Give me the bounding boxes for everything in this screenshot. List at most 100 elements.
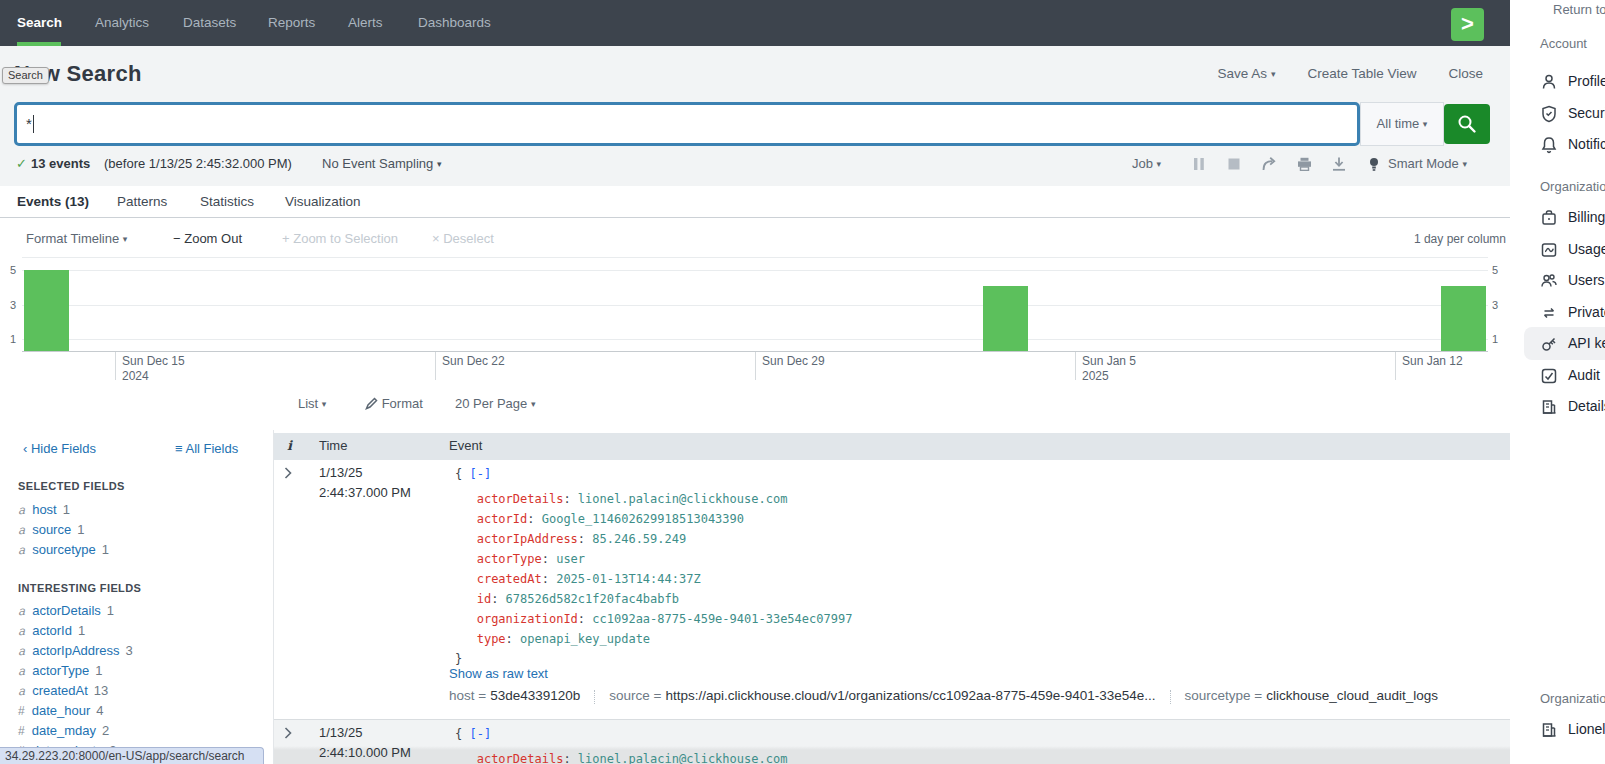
time-range-picker[interactable]: All time ▾ bbox=[1360, 102, 1444, 146]
deselect-button[interactable]: × Deselect bbox=[432, 231, 494, 246]
shield-icon bbox=[1540, 105, 1558, 123]
field-item-actorDetails[interactable]: aactorDetails1 bbox=[18, 603, 114, 618]
all-fields-link[interactable]: ≡ All Fields bbox=[175, 441, 238, 456]
wallet-icon bbox=[1540, 209, 1558, 227]
field-count: 3 bbox=[126, 643, 133, 658]
expand-chevron-icon[interactable] bbox=[284, 465, 292, 483]
format-timeline-menu[interactable]: Format Timeline ▾ bbox=[26, 231, 127, 246]
event-sampling-menu[interactable]: No Event Sampling ▾ bbox=[322, 156, 441, 171]
nav-item-datasets[interactable]: Datasets bbox=[183, 0, 236, 46]
print-icon[interactable] bbox=[1297, 157, 1312, 171]
panel-item-usage[interactable]: Usage bbox=[1540, 234, 1605, 266]
format-menu[interactable]: Format bbox=[365, 396, 423, 411]
tab-visualization[interactable]: Visualization bbox=[285, 194, 361, 209]
panel-item-security[interactable]: Security bbox=[1540, 98, 1605, 130]
pause-icon[interactable] bbox=[1193, 157, 1205, 171]
event-field-value[interactable]: https://api.clickhouse.cloud/v1/organiza… bbox=[665, 688, 1155, 704]
tab-patterns[interactable]: Patterns bbox=[117, 194, 167, 209]
x-axis-label: Sun Dec 29 bbox=[762, 354, 825, 369]
list-view-menu[interactable]: List ▾ bbox=[298, 396, 326, 411]
nav-item-reports[interactable]: Reports bbox=[268, 0, 315, 46]
x-axis-tick bbox=[1075, 352, 1076, 383]
account-settings-panel: Return to Account ProfileSecurityNotifica… bbox=[1510, 0, 1605, 764]
x-axis-label: Sun Jan 12 bbox=[1402, 354, 1463, 369]
save-as-button[interactable]: Save As ▾ bbox=[1218, 66, 1276, 81]
event-timeline-chart[interactable]: 553311Sun Dec 152024Sun Dec 22Sun Dec 29… bbox=[0, 258, 1510, 380]
field-item-sourcetype[interactable]: asourcetype1 bbox=[18, 542, 109, 557]
hide-fields-link[interactable]: ‹ Hide Fields bbox=[23, 441, 96, 456]
bell-icon bbox=[1540, 136, 1558, 154]
field-item-createdAt[interactable]: acreatedAt13 bbox=[18, 683, 108, 698]
tab-statistics[interactable]: Statistics bbox=[200, 194, 254, 209]
time-range-label: All time bbox=[1377, 116, 1420, 131]
string-field-icon: a bbox=[18, 684, 25, 698]
event-time: 1/13/252:44:10.000 PM bbox=[319, 723, 411, 763]
return-to-link[interactable]: Return to bbox=[1553, 2, 1605, 17]
event-json: { [-] actorDetails: lionel.palacin@click… bbox=[455, 724, 787, 764]
field-count: 13 bbox=[94, 683, 108, 698]
field-item-date_mday[interactable]: #date_mday2 bbox=[18, 723, 109, 738]
zoom-out-button[interactable]: − Zoom Out bbox=[173, 231, 242, 246]
field-name: actorType bbox=[32, 663, 89, 678]
splunk-logo[interactable]: > bbox=[1451, 8, 1484, 41]
field-count: 2 bbox=[102, 723, 109, 738]
create-table-view-button[interactable]: Create Table View bbox=[1307, 66, 1416, 81]
panel-item-billing[interactable]: Billing bbox=[1540, 202, 1605, 234]
event-time: 1/13/252:44:37.000 PM bbox=[319, 463, 411, 503]
timeline-bar[interactable] bbox=[983, 286, 1028, 351]
smart-mode-menu[interactable]: Smart Mode ▾ bbox=[1388, 156, 1467, 171]
col-time: Time bbox=[319, 438, 347, 453]
export-icon[interactable] bbox=[1332, 157, 1346, 171]
event-row: 1/13/252:44:37.000 PM{ [-] actorDetails:… bbox=[274, 460, 1510, 719]
browser-status-url: 34.29.223.20:8000/en-US/app/search/searc… bbox=[0, 747, 264, 764]
nav-item-search[interactable]: Search bbox=[17, 0, 62, 46]
field-item-actorIpAddress[interactable]: aactorIpAddress3 bbox=[18, 643, 133, 658]
field-item-date_hour[interactable]: #date_hour4 bbox=[18, 703, 103, 718]
panel-item-lionel[interactable]: Lionel bbox=[1540, 714, 1605, 746]
show-raw-text-link[interactable]: Show as raw text bbox=[449, 666, 548, 681]
nav-item-dashboards[interactable]: Dashboards bbox=[418, 0, 491, 46]
y-axis-label-left: 1 bbox=[4, 333, 16, 345]
panel-item-users[interactable]: Users bbox=[1540, 265, 1605, 297]
share-icon[interactable] bbox=[1262, 157, 1277, 171]
string-field-icon: a bbox=[18, 503, 25, 517]
panel-item-audit[interactable]: Audit bbox=[1540, 360, 1605, 392]
field-name: source bbox=[32, 522, 71, 537]
panel-item-label: Billing bbox=[1568, 209, 1605, 225]
close-button[interactable]: Close bbox=[1448, 66, 1483, 81]
job-menu[interactable]: Job ▾ bbox=[1132, 156, 1161, 171]
field-item-actorType[interactable]: aactorType1 bbox=[18, 663, 102, 678]
field-item-actorId[interactable]: aactorId1 bbox=[18, 623, 85, 638]
search-button[interactable] bbox=[1444, 104, 1490, 144]
x-axis-tick bbox=[435, 352, 436, 383]
panel-item-profile[interactable]: Profile bbox=[1540, 66, 1605, 98]
panel-section-account: Account bbox=[1540, 36, 1587, 51]
event-field-value[interactable]: 53de4339120b bbox=[490, 688, 580, 704]
stop-icon[interactable] bbox=[1228, 157, 1240, 171]
field-item-host[interactable]: ahost1 bbox=[18, 502, 70, 517]
per-page-menu[interactable]: 20 Per Page ▾ bbox=[455, 396, 535, 411]
fields-sidebar: ‹ Hide Fields ≡ All Fields SELECTED FIEL… bbox=[0, 430, 273, 764]
search-query-input[interactable]: * bbox=[14, 102, 1360, 146]
event-field-value[interactable]: clickhouse_cloud_audit_logs bbox=[1266, 688, 1438, 704]
events-table: i Time Event 1/13/252:44:37.000 PM{ [-] … bbox=[273, 430, 1510, 764]
tab-events[interactable]: Events (13) bbox=[17, 194, 89, 209]
expand-chevron-icon[interactable] bbox=[284, 725, 292, 743]
event-selected-fields: host = 53de4339120bsource = https://api.… bbox=[449, 688, 1438, 704]
header-actions: Save As ▾ Create Table View Close bbox=[1218, 66, 1483, 81]
search-hover-tooltip: Search bbox=[2, 67, 49, 84]
field-item-source[interactable]: asource1 bbox=[18, 522, 84, 537]
job-status-bar: ✓ 13 events (before 1/13/25 2:45:32.000 … bbox=[0, 150, 1510, 180]
zoom-to-selection-button[interactable]: + Zoom to Selection bbox=[282, 231, 398, 246]
success-check-icon: ✓ bbox=[16, 156, 27, 171]
audit-icon bbox=[1540, 367, 1558, 385]
nav-item-analytics[interactable]: Analytics bbox=[95, 0, 149, 46]
timeline-bar[interactable] bbox=[24, 270, 69, 352]
panel-item-notifications[interactable]: Notifications bbox=[1540, 129, 1605, 161]
nav-item-alerts[interactable]: Alerts bbox=[348, 0, 383, 46]
panel-item-label: Usage bbox=[1568, 241, 1605, 257]
timeline-bar[interactable] bbox=[1441, 286, 1486, 351]
panel-item-details[interactable]: Details bbox=[1540, 391, 1605, 423]
panel-item-api-keys[interactable]: API keys bbox=[1540, 328, 1605, 360]
panel-item-private-endpoints[interactable]: Private endpoints bbox=[1540, 297, 1605, 329]
